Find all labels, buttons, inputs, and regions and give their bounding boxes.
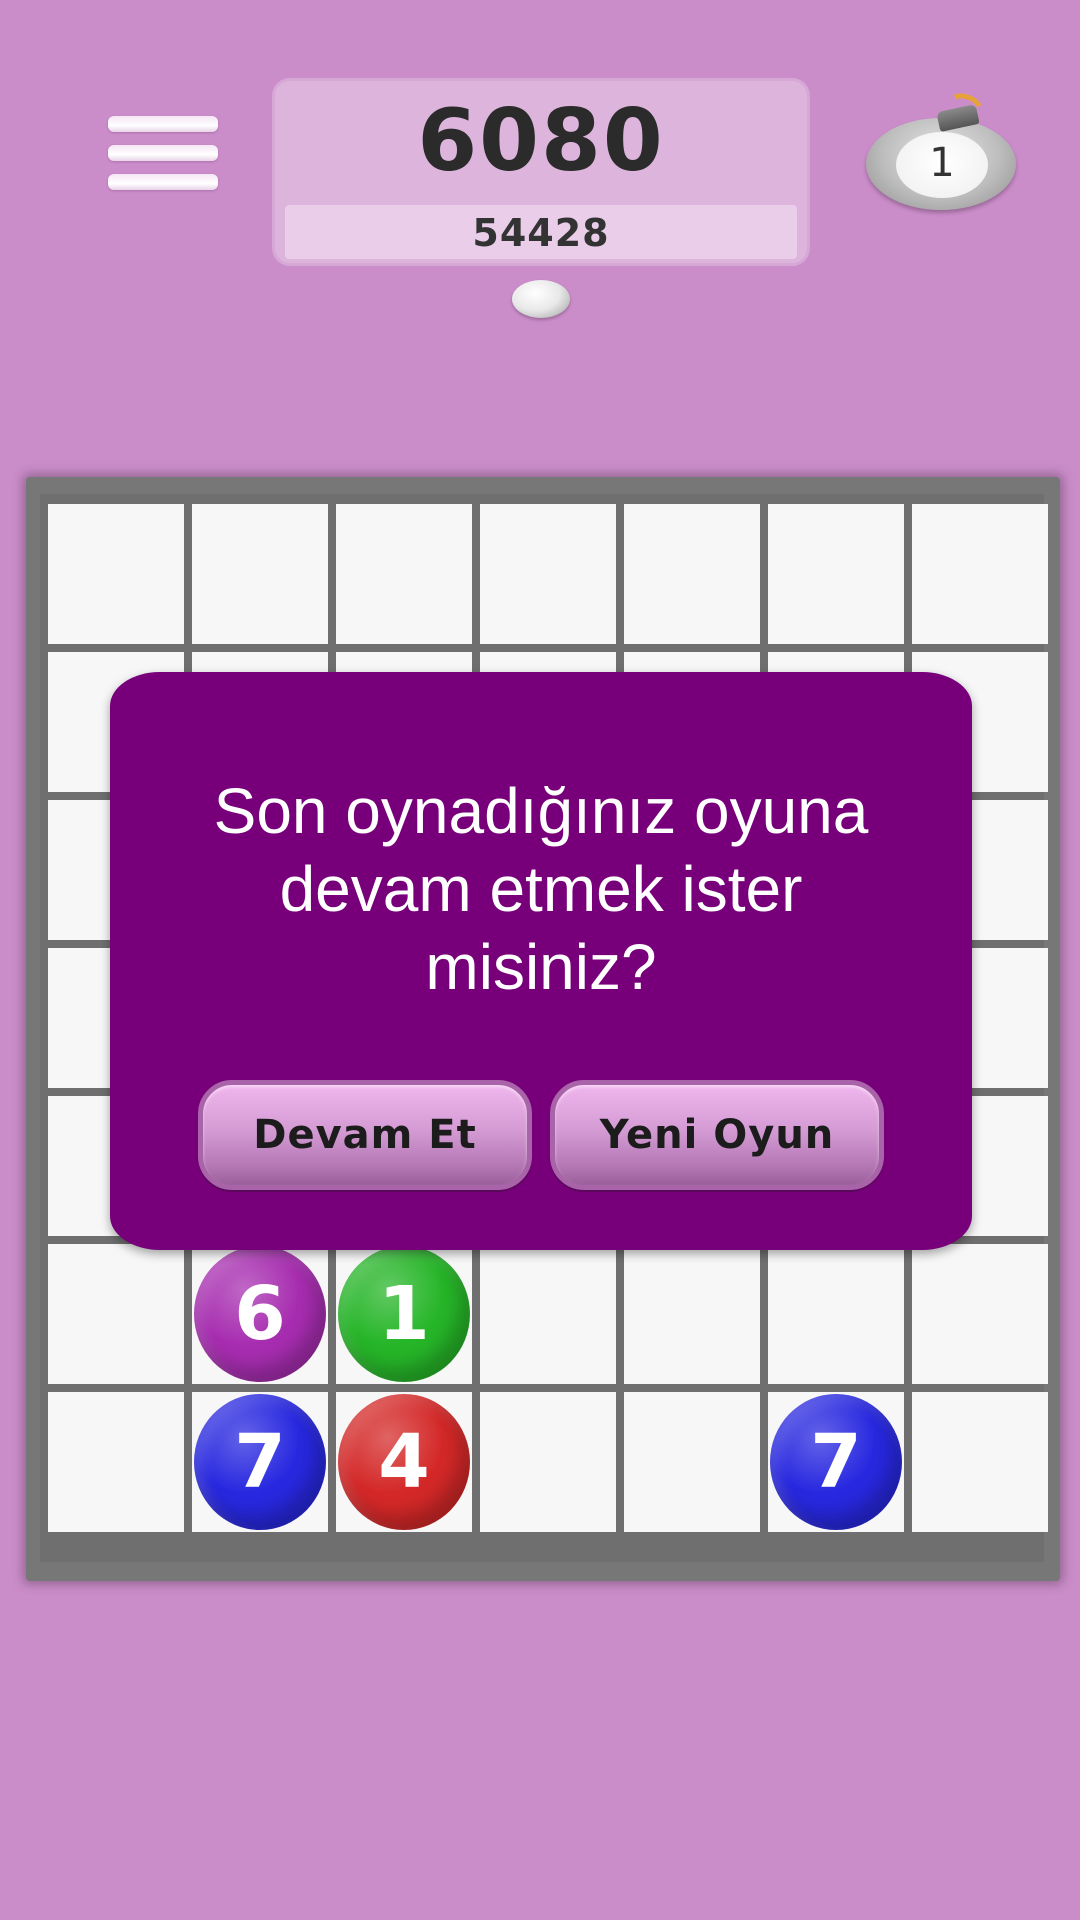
- dialog-message: Son oynadığınız oyuna devam etmek ister …: [150, 772, 932, 1006]
- best-score: 54428: [472, 211, 610, 255]
- number-ball[interactable]: 1: [338, 1246, 470, 1382]
- current-score: 6080: [417, 91, 665, 191]
- dialog-message-line: misiniz?: [425, 931, 657, 1003]
- bomb-count: 1: [929, 140, 955, 186]
- indicator-dot: [512, 280, 570, 318]
- dialog-message-line: Son oynadığınız oyuna: [213, 775, 869, 847]
- board-cell[interactable]: [912, 504, 1048, 644]
- board-cell[interactable]: [480, 504, 616, 644]
- number-ball[interactable]: 4: [338, 1394, 470, 1530]
- board-cell[interactable]: [48, 504, 184, 644]
- menu-icon[interactable]: [108, 112, 218, 194]
- board-cell[interactable]: [768, 1244, 904, 1384]
- board-cell[interactable]: [768, 504, 904, 644]
- board-cell[interactable]: [336, 504, 472, 644]
- continue-button[interactable]: Devam Et: [198, 1080, 532, 1190]
- board-cell[interactable]: [624, 1392, 760, 1532]
- board-cell[interactable]: [624, 504, 760, 644]
- bomb-powerup-button[interactable]: 1: [866, 88, 1016, 214]
- board-cell[interactable]: [912, 1392, 1048, 1532]
- board-cell[interactable]: [192, 504, 328, 644]
- number-ball[interactable]: 6: [194, 1246, 326, 1382]
- menu-bar: [108, 145, 218, 161]
- menu-bar: [108, 174, 218, 190]
- board-cell[interactable]: [912, 1244, 1048, 1384]
- number-ball[interactable]: 7: [770, 1394, 902, 1530]
- number-ball[interactable]: 7: [194, 1394, 326, 1530]
- score-panel: 6080 54428: [272, 78, 810, 266]
- dialog-message-line: devam etmek ister: [279, 853, 803, 925]
- board-cell[interactable]: [480, 1244, 616, 1384]
- board-cell[interactable]: [48, 1392, 184, 1532]
- best-score-box: 54428: [285, 205, 797, 259]
- board-cell[interactable]: [480, 1392, 616, 1532]
- board-cell[interactable]: [48, 1244, 184, 1384]
- continue-dialog: Son oynadığınız oyuna devam etmek ister …: [110, 672, 972, 1250]
- menu-bar: [108, 116, 218, 132]
- board-cell[interactable]: [624, 1244, 760, 1384]
- new-game-button[interactable]: Yeni Oyun: [550, 1080, 884, 1190]
